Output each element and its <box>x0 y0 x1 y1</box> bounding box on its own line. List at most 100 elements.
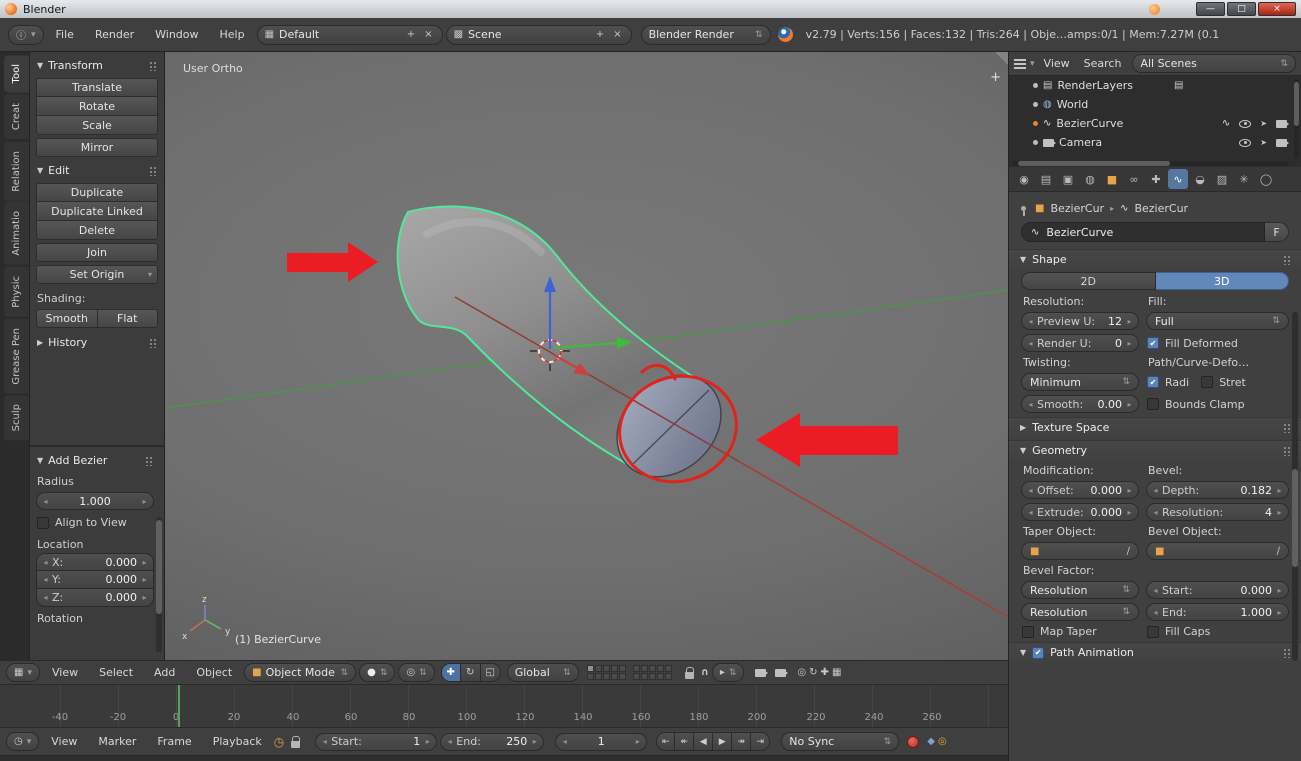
decrement-icon[interactable]: ◂ <box>445 737 454 746</box>
title-bar[interactable]: Blender — □ × <box>0 0 1301 18</box>
physics-tab-icon[interactable]: ◯ <box>1256 169 1276 189</box>
geometry-panel-header[interactable]: ▼ Geometry <box>1009 440 1301 460</box>
selectability-cursor-icon[interactable]: ➤ <box>1260 119 1267 128</box>
panel-drag-dots[interactable] <box>1282 445 1291 456</box>
mode-dropdown[interactable]: ■ Object Mode ⇅ <box>244 663 356 682</box>
timeline-menu-frame[interactable]: Frame <box>148 732 200 751</box>
object-tab-icon[interactable]: ■ <box>1102 169 1122 189</box>
increment-icon[interactable]: ▸ <box>1125 508 1134 517</box>
close-layout-button[interactable]: × <box>422 29 434 40</box>
snap-target-dropdown[interactable]: ▸ ⇅ <box>712 663 745 682</box>
play-button[interactable]: ▶ <box>713 732 732 751</box>
decrement-icon[interactable]: ◂ <box>41 575 50 584</box>
panel-drag-dots[interactable] <box>1282 647 1291 658</box>
particles-tab-icon[interactable]: ✳ <box>1234 169 1254 189</box>
increment-icon[interactable]: ▸ <box>423 737 432 746</box>
expand-dot-icon[interactable] <box>1033 83 1038 88</box>
expand-dot-icon[interactable] <box>1033 102 1038 107</box>
location-y-field[interactable]: ◂ Y: 0.000 ▸ <box>36 571 154 589</box>
path-animation-checkbox[interactable]: ✔ <box>1032 647 1044 659</box>
dimension-2d-button[interactable]: 2D <box>1021 272 1156 290</box>
collapse-icon[interactable]: ▼ <box>1020 255 1026 264</box>
sidebar-tab-sculpt[interactable]: Sculp <box>4 395 29 440</box>
window-maximize-button[interactable]: □ <box>1227 2 1256 16</box>
decrement-icon[interactable]: ◂ <box>1151 586 1160 595</box>
location-z-field[interactable]: ◂ Z: 0.000 ▸ <box>36 589 154 607</box>
sidebar-tab-create[interactable]: Creat <box>4 94 29 139</box>
menu-help[interactable]: Help <box>211 25 254 44</box>
timeline-menu-view[interactable]: View <box>42 732 86 751</box>
timeline-menu-marker[interactable]: Marker <box>89 732 145 751</box>
eyedropper-icon[interactable]: ∕ <box>1277 546 1280 557</box>
auto-keyframe-icon[interactable]: ◎ <box>938 736 947 747</box>
outliner-editor-icon[interactable] <box>1014 59 1026 69</box>
increment-icon[interactable]: ▸ <box>140 558 149 567</box>
decrement-icon[interactable]: ◂ <box>41 593 50 602</box>
start-frame-field[interactable]: ◂ Start: 1 ▸ <box>315 733 437 751</box>
timeline-menu-playback[interactable]: Playback <box>204 732 271 751</box>
pin-icon[interactable] <box>1021 206 1026 211</box>
viewport-editor-selector[interactable]: ▦ ▾ <box>6 663 40 682</box>
texture-space-panel-header[interactable]: ▶ Texture Space <box>1009 417 1301 437</box>
bevel-object-field[interactable]: ■ ∕ <box>1146 542 1289 560</box>
bounds-clamp-checkbox[interactable]: Bounds Clamp <box>1146 398 1289 411</box>
window-minimize-button[interactable]: — <box>1196 2 1225 16</box>
scene-selector[interactable]: ▩ Scene + × <box>446 25 632 45</box>
collapse-icon[interactable]: ▼ <box>37 61 43 70</box>
render-u-field[interactable]: ◂ Render U: 0 ▸ <box>1021 334 1139 352</box>
current-frame-indicator[interactable] <box>178 685 180 727</box>
data-tab-icon[interactable]: ∿ <box>1168 169 1188 189</box>
menu-file[interactable]: File <box>47 25 83 44</box>
world-tab-icon[interactable]: ◍ <box>1080 169 1100 189</box>
dimension-3d-button[interactable]: 3D <box>1156 272 1290 290</box>
eyedropper-icon[interactable]: ∕ <box>1127 546 1130 557</box>
offset-field[interactable]: ◂ Offset: 0.000 ▸ <box>1021 481 1139 499</box>
twist-method-dropdown[interactable]: Minimum ⇅ <box>1021 373 1139 391</box>
fill-caps-checkbox[interactable]: Fill Caps <box>1146 625 1289 638</box>
duplicate-linked-button[interactable]: Duplicate Linked <box>36 202 158 221</box>
fill-deformed-checkbox[interactable]: ✔ Fill Deformed <box>1146 337 1289 350</box>
fake-user-button[interactable]: F <box>1265 222 1289 242</box>
scale-button[interactable]: Scale <box>36 116 158 135</box>
increment-icon[interactable]: ▸ <box>1125 486 1134 495</box>
view3d-menu-view[interactable]: View <box>43 663 87 682</box>
sidebar-tab-tools[interactable]: Tool <box>4 55 29 92</box>
translate-manipulator-button[interactable]: ✚ <box>441 663 461 682</box>
toolshelf-scrollbar[interactable] <box>156 517 162 652</box>
location-x-field[interactable]: ◂ X: 0.000 ▸ <box>36 553 154 571</box>
translate-button[interactable]: Translate <box>36 78 158 97</box>
preview-u-field[interactable]: ◂ Preview U: 12 ▸ <box>1021 312 1139 330</box>
layers-widget[interactable] <box>587 665 673 681</box>
texture-tab-icon[interactable]: ▨ <box>1212 169 1232 189</box>
delete-button[interactable]: Delete <box>36 221 158 240</box>
history-icon[interactable]: ↻ <box>809 667 817 678</box>
menu-window[interactable]: Window <box>146 25 207 44</box>
bevel-factor-end-mapping-dropdown[interactable]: Resolution ⇅ <box>1021 603 1139 621</box>
history-panel-header[interactable]: ▶ History <box>36 332 158 352</box>
collapse-icon[interactable]: ▼ <box>1020 446 1026 455</box>
checkbox[interactable]: ✔ <box>1147 337 1159 349</box>
region-expand-button[interactable]: + <box>990 70 1001 85</box>
add-bezier-panel-header[interactable]: ▼ Add Bezier <box>36 450 154 470</box>
selectability-cursor-icon[interactable]: ➤ <box>1260 138 1267 147</box>
snap-grid-icon[interactable]: ▦ <box>832 667 841 678</box>
expand-icon[interactable]: ▶ <box>37 338 43 347</box>
timeline-editor-selector[interactable]: ◷ ▾ <box>6 732 39 751</box>
decrement-icon[interactable]: ◂ <box>41 497 50 506</box>
scene-tab-icon[interactable]: ▣ <box>1058 169 1078 189</box>
material-tab-icon[interactable]: ◒ <box>1190 169 1210 189</box>
increment-icon[interactable]: ▸ <box>633 737 642 746</box>
checkbox[interactable] <box>1147 398 1159 410</box>
map-taper-checkbox[interactable]: Map Taper <box>1021 625 1139 638</box>
radius-checkbox[interactable]: ✔ Radi <box>1146 376 1190 389</box>
sidebar-tab-relations[interactable]: Relation <box>4 142 29 201</box>
decrement-icon[interactable]: ◂ <box>1151 508 1160 517</box>
scrollbar-thumb[interactable] <box>1018 161 1170 166</box>
timeline-ruler[interactable]: -40 -20 0 20 40 60 80 100 120 140 160 18… <box>0 685 1008 728</box>
proportional-edit-icon[interactable]: ◎ <box>797 667 806 678</box>
bevel-factor-start-field[interactable]: ◂ Start: 0.000 ▸ <box>1146 581 1289 599</box>
outliner-horizontal-scrollbar[interactable] <box>1012 161 1289 166</box>
panel-drag-dots[interactable] <box>1282 422 1291 433</box>
shade-smooth-button[interactable]: Smooth <box>36 309 98 328</box>
decrement-icon[interactable]: ◂ <box>1026 317 1035 326</box>
